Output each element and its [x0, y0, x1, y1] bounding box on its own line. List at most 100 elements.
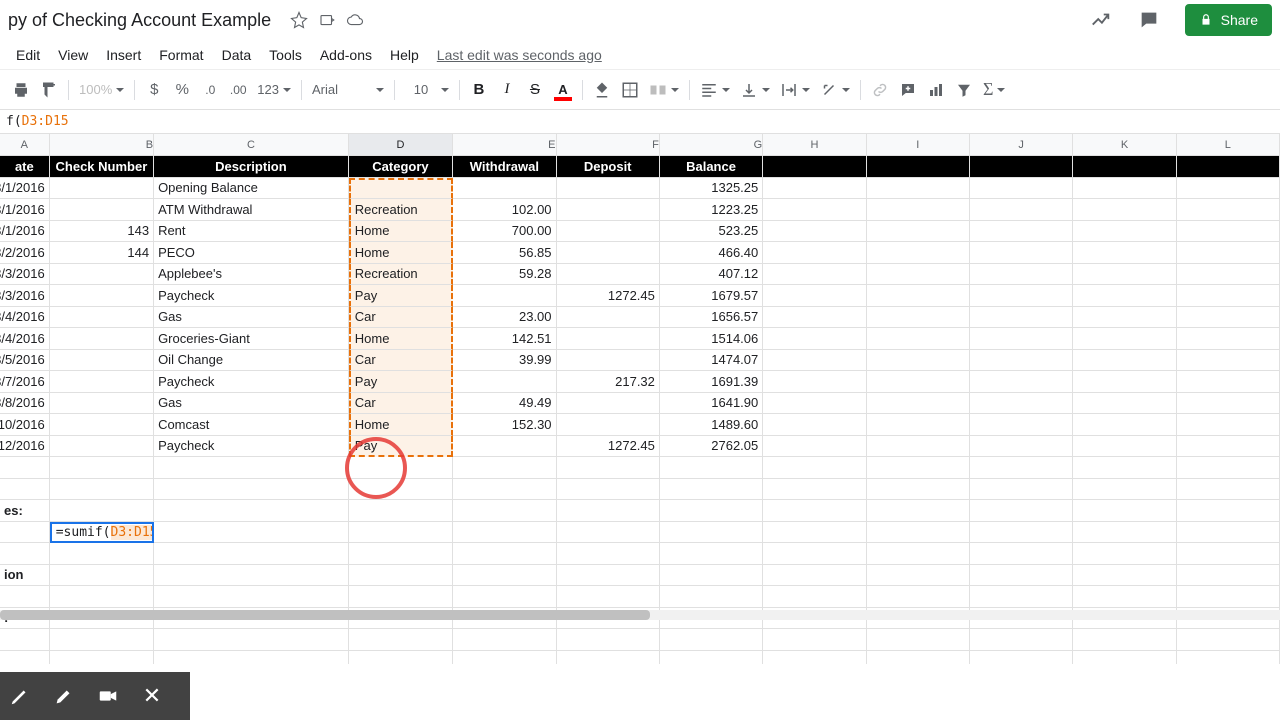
cell[interactable]: 1272.45 — [557, 285, 660, 307]
cell[interactable]: 3/1/2016 — [0, 221, 50, 243]
cell[interactable] — [1177, 221, 1280, 243]
cell[interactable]: Pay — [349, 285, 453, 307]
cell[interactable] — [50, 565, 154, 587]
cell[interactable] — [1177, 500, 1280, 522]
cell[interactable] — [763, 328, 866, 350]
cell[interactable]: Car — [349, 307, 453, 329]
cell[interactable] — [970, 457, 1073, 479]
cloud-icon[interactable] — [346, 11, 364, 29]
cell[interactable]: Applebee's — [154, 264, 349, 286]
menu-view[interactable]: View — [50, 43, 96, 67]
header-cell[interactable]: Description — [154, 156, 349, 178]
cell[interactable] — [1073, 328, 1176, 350]
cell[interactable] — [763, 307, 866, 329]
cell[interactable] — [763, 436, 866, 458]
cell[interactable]: 1641.90 — [660, 393, 763, 415]
cell[interactable] — [557, 479, 660, 501]
cell[interactable] — [557, 586, 660, 608]
cell[interactable] — [970, 651, 1073, 665]
cell[interactable]: 102.00 — [453, 199, 556, 221]
cell[interactable] — [970, 479, 1073, 501]
cell[interactable] — [660, 565, 763, 587]
cell[interactable] — [50, 199, 154, 221]
cell[interactable] — [557, 221, 660, 243]
cell[interactable] — [453, 651, 556, 665]
cell[interactable] — [660, 522, 763, 544]
cell[interactable] — [970, 543, 1073, 565]
formula-bar[interactable]: f(D3:D15 — [0, 110, 1280, 134]
cell[interactable]: Paycheck — [154, 436, 349, 458]
cell[interactable] — [50, 350, 154, 372]
spreadsheet-grid[interactable]: A B C D E F G H I J K L ateCheck NumberD… — [0, 134, 1280, 664]
cell[interactable] — [453, 565, 556, 587]
cell[interactable] — [1177, 328, 1280, 350]
cell[interactable] — [1177, 651, 1280, 665]
cell[interactable]: 152.30 — [453, 414, 556, 436]
cell[interactable] — [970, 199, 1073, 221]
cell[interactable] — [970, 242, 1073, 264]
cell[interactable] — [763, 264, 866, 286]
cell[interactable]: 523.25 — [660, 221, 763, 243]
cell[interactable] — [867, 393, 970, 415]
cell[interactable] — [1073, 371, 1176, 393]
cell[interactable] — [50, 285, 154, 307]
comment-insert-icon[interactable] — [895, 77, 921, 103]
cell[interactable] — [50, 586, 154, 608]
cell[interactable] — [154, 500, 349, 522]
cell[interactable] — [50, 629, 154, 651]
cell[interactable]: 1489.60 — [660, 414, 763, 436]
hscroll-thumb[interactable] — [0, 610, 650, 620]
format-percent[interactable]: % — [169, 77, 195, 103]
cell[interactable] — [763, 500, 866, 522]
cell[interactable]: 3/8/2016 — [0, 393, 50, 415]
cell[interactable] — [763, 393, 866, 415]
fill-color-icon[interactable] — [589, 77, 615, 103]
cell[interactable] — [50, 264, 154, 286]
cell[interactable] — [349, 586, 453, 608]
cell[interactable] — [557, 350, 660, 372]
cell[interactable] — [453, 543, 556, 565]
cell[interactable] — [50, 479, 154, 501]
cell[interactable]: Paycheck — [154, 371, 349, 393]
cell[interactable]: Car — [349, 393, 453, 415]
cell[interactable] — [1177, 457, 1280, 479]
menu-tools[interactable]: Tools — [261, 43, 310, 67]
header-cell[interactable] — [1177, 156, 1280, 178]
cell[interactable] — [557, 199, 660, 221]
cell[interactable] — [0, 543, 50, 565]
cell[interactable] — [867, 285, 970, 307]
increase-decimal[interactable]: .00 — [225, 77, 251, 103]
cell[interactable]: 1679.57 — [660, 285, 763, 307]
cell[interactable] — [154, 651, 349, 665]
cell[interactable] — [1073, 479, 1176, 501]
cell[interactable] — [50, 371, 154, 393]
cell[interactable]: 12/2016 — [0, 436, 50, 458]
cell[interactable] — [867, 199, 970, 221]
header-cell[interactable]: Category — [349, 156, 453, 178]
cell[interactable] — [970, 500, 1073, 522]
cell[interactable] — [557, 178, 660, 200]
cell[interactable] — [660, 457, 763, 479]
borders-icon[interactable] — [617, 77, 643, 103]
cell[interactable] — [867, 651, 970, 665]
rotate-icon[interactable] — [816, 79, 854, 101]
cell[interactable] — [763, 350, 866, 372]
cell[interactable] — [1177, 586, 1280, 608]
cell[interactable] — [867, 565, 970, 587]
bold-button[interactable]: B — [466, 77, 492, 103]
cell[interactable] — [867, 307, 970, 329]
cell[interactable]: 407.12 — [660, 264, 763, 286]
cell[interactable]: Recreation — [349, 199, 453, 221]
cell[interactable] — [50, 651, 154, 665]
marker-icon[interactable] — [52, 685, 76, 707]
cell[interactable] — [1073, 221, 1176, 243]
document-title[interactable]: py of Checking Account Example — [8, 10, 271, 31]
cell[interactable] — [1073, 651, 1176, 665]
cell[interactable] — [453, 586, 556, 608]
halign-icon[interactable] — [696, 79, 734, 101]
formula-editing-cell[interactable]: =sumif(D3:D15 — [50, 522, 154, 544]
cell[interactable]: ion — [0, 565, 50, 587]
cell[interactable]: PECO — [154, 242, 349, 264]
cell[interactable]: 3/2/2016 — [0, 242, 50, 264]
cell[interactable] — [1073, 543, 1176, 565]
